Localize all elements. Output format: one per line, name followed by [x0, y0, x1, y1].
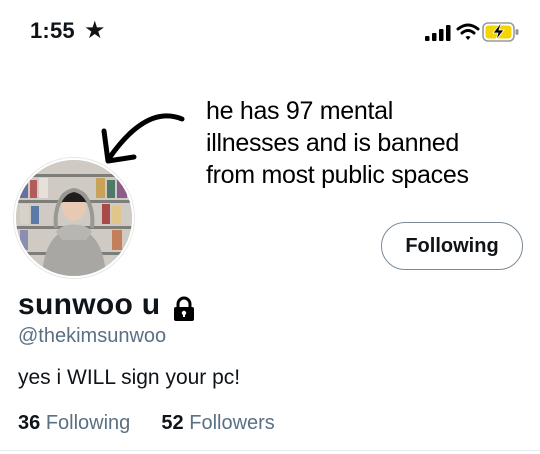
- profile-bio: yes i WILL sign your pc!: [18, 366, 241, 389]
- followers-label: Followers: [189, 412, 275, 434]
- hand-drawn-arrow-icon: [101, 113, 185, 164]
- follow-counts: 36 Following 52 Followers: [18, 412, 275, 435]
- signal-bars-icon: [425, 25, 451, 41]
- followers-count: 52: [161, 412, 184, 434]
- following-count: 36: [18, 412, 41, 434]
- following-link[interactable]: 36 Following: [18, 412, 136, 434]
- avatar-photo: [16, 160, 132, 276]
- star-icon: ★: [84, 17, 106, 44]
- caption-line: illnesses and is banned: [206, 129, 460, 157]
- battery-charging-icon: [482, 22, 519, 42]
- display-name: sunwoo u: [18, 288, 161, 321]
- profile-handle: @thekimsunwoo: [18, 325, 167, 347]
- caption-line: he has 97 mental: [206, 97, 393, 125]
- divider: [0, 450, 540, 451]
- caption-line: from most public spaces: [206, 161, 469, 189]
- wifi-icon: [456, 23, 480, 40]
- annotation-caption: he has 97 mental illnesses and is banned…: [206, 95, 536, 191]
- following-label: Following: [45, 412, 131, 434]
- following-button[interactable]: Following: [381, 222, 523, 270]
- followers-link[interactable]: 52 Followers: [161, 412, 274, 434]
- status-time: 1:55: [30, 18, 75, 43]
- avatar[interactable]: [14, 158, 134, 278]
- lock-icon: [174, 296, 194, 321]
